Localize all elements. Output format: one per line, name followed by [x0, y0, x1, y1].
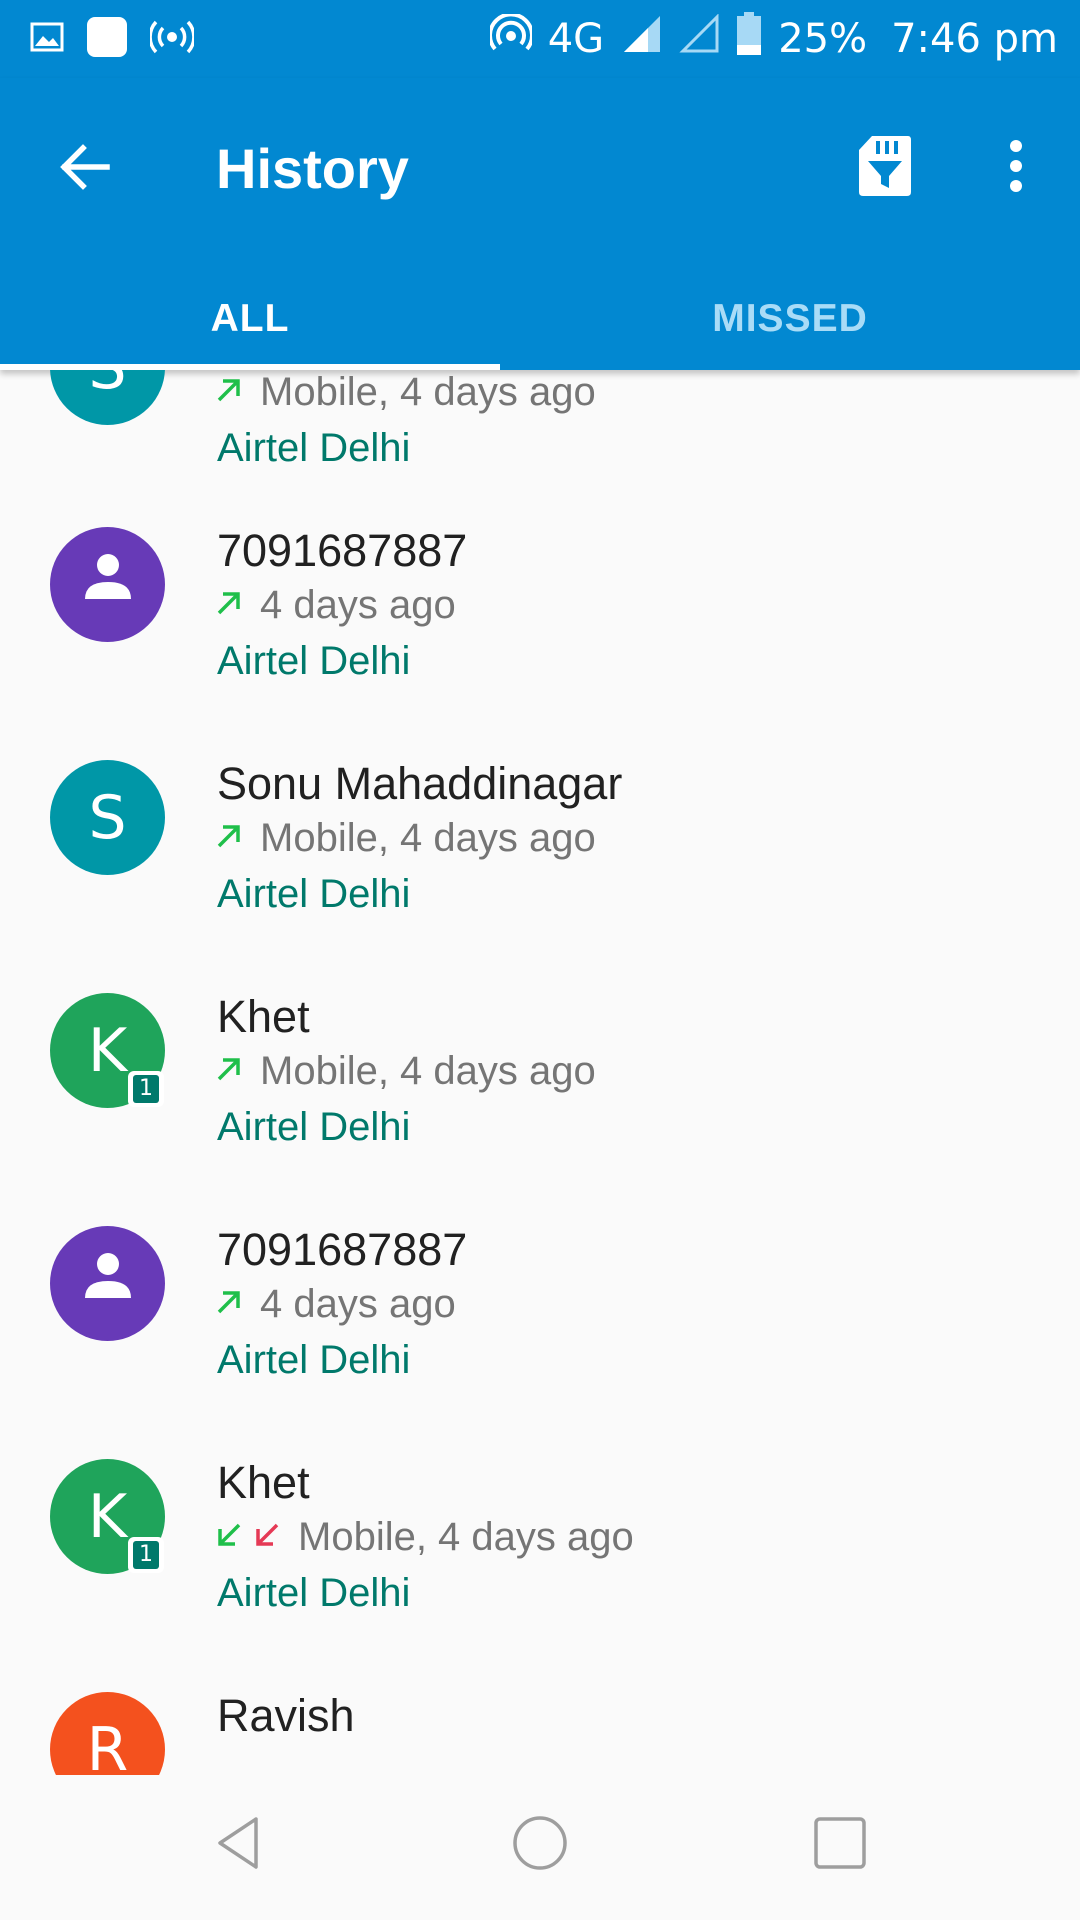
- tab-missed[interactable]: MISSED: [500, 268, 1080, 370]
- sim-badge: 1: [128, 1537, 164, 1573]
- carrier-label: Airtel Delhi: [217, 426, 411, 470]
- sim-badge: 1: [128, 1071, 164, 1107]
- back-button[interactable]: [40, 124, 130, 214]
- call-detail-text: 4 days ago: [260, 1281, 456, 1326]
- contact-name: Sonu Mahaddinagar: [217, 758, 623, 809]
- contact-name: 7091687887: [217, 1224, 468, 1275]
- call-detail-text: Mobile, 4 days ago: [260, 370, 596, 414]
- avatar[interactable]: [50, 1226, 165, 1341]
- person-icon: [80, 549, 136, 620]
- recents-square-icon: [813, 1816, 867, 1875]
- avatar[interactable]: R: [50, 1692, 165, 1775]
- call-history-screen: 4G 25% 7:46 pm History ALL MISSED Mobile…: [0, 0, 1080, 1920]
- incoming-call-icon: [214, 1520, 244, 1555]
- back-triangle-icon: [212, 1815, 268, 1876]
- battery-percent: 25%: [778, 16, 868, 62]
- more-options-button[interactable]: [976, 118, 1056, 218]
- call-list-item[interactable]: S Mobile, 4 days ago Airtel Delhi: [0, 370, 1080, 503]
- call-list-item[interactable]: R Ravish: [0, 1668, 1080, 1775]
- status-right-icons: 4G 25% 7:46 pm: [487, 8, 1058, 70]
- page-title: History: [216, 137, 409, 200]
- network-type: 4G: [547, 16, 605, 62]
- contact-name: Khet: [217, 991, 310, 1042]
- back-arrow-icon: [59, 143, 111, 195]
- contact-name: Ravish: [217, 1690, 355, 1741]
- app-bar: History ALL MISSED: [0, 78, 1080, 370]
- call-list-item[interactable]: 7091687887 4 days ago Airtel Delhi: [0, 1202, 1080, 1435]
- sim-filter-button[interactable]: [840, 118, 930, 218]
- outgoing-call-icon: [214, 588, 244, 623]
- call-detail-row: Mobile, 4 days ago: [214, 1043, 596, 1099]
- avatar[interactable]: [50, 527, 165, 642]
- home-circle-icon: [511, 1814, 569, 1877]
- status-bar: 4G 25% 7:46 pm: [0, 0, 1080, 78]
- call-detail-text: 4 days ago: [260, 582, 456, 627]
- status-left-icons: [30, 14, 196, 64]
- call-list-item[interactable]: K 1 Khet Mobile, 4 days ago Airtel Delhi: [0, 969, 1080, 1202]
- nav-recents-button[interactable]: [780, 1795, 900, 1895]
- call-detail-row: 4 days ago: [214, 1276, 456, 1332]
- carrier-label: Airtel Delhi: [217, 639, 411, 683]
- call-detail-text: Mobile, 4 days ago: [298, 1514, 634, 1559]
- signal-empty-icon: [678, 13, 720, 64]
- call-history-list[interactable]: S Mobile, 4 days ago Airtel Delhi 709168…: [0, 370, 1080, 1775]
- signal-4g-icon: [620, 14, 662, 64]
- nav-home-button[interactable]: [480, 1795, 600, 1895]
- call-detail-text: Mobile, 4 days ago: [260, 1048, 596, 1093]
- contact-name: Khet: [217, 1457, 310, 1508]
- person-icon: [80, 1248, 136, 1319]
- tab-all[interactable]: ALL: [0, 268, 500, 370]
- carrier-label: Airtel Delhi: [217, 872, 411, 916]
- carrier-label: Airtel Delhi: [217, 1338, 411, 1382]
- carrier-label: Airtel Delhi: [217, 1571, 411, 1615]
- status-time: 7:46 pm: [891, 16, 1058, 62]
- sd-card-filter-icon: [858, 134, 912, 203]
- carrier-label: Airtel Delhi: [217, 1105, 411, 1149]
- call-detail-row: Mobile, 4 days ago: [214, 1509, 634, 1565]
- call-detail-text: Mobile, 4 days ago: [260, 815, 596, 860]
- call-detail-row: Mobile, 4 days ago: [214, 370, 596, 420]
- call-list-item[interactable]: K 1 Khet Mobile, 4 days ago Airtel Delhi: [0, 1435, 1080, 1668]
- nav-back-button[interactable]: [180, 1795, 300, 1895]
- missed-call-icon: [252, 1520, 282, 1555]
- call-detail-row: 4 days ago: [214, 577, 456, 633]
- call-detail-row: Mobile, 4 days ago: [214, 810, 596, 866]
- outgoing-call-icon: [214, 1054, 244, 1089]
- app-notification-icon: [86, 16, 128, 63]
- system-nav-bar: [0, 1775, 1080, 1920]
- call-list-item[interactable]: S Sonu Mahaddinagar Mobile, 4 days ago A…: [0, 736, 1080, 969]
- outgoing-call-icon: [214, 821, 244, 856]
- hotspot-broadcast-icon: [148, 20, 196, 59]
- outgoing-call-icon: [214, 1287, 244, 1322]
- battery-icon: [736, 12, 762, 66]
- gallery-icon: [30, 22, 64, 57]
- avatar[interactable]: S: [50, 760, 165, 875]
- call-list-item[interactable]: 7091687887 4 days ago Airtel Delhi: [0, 503, 1080, 736]
- avatar[interactable]: S: [50, 370, 165, 425]
- more-vert-icon: [1008, 139, 1024, 197]
- contact-name: 7091687887: [217, 525, 468, 576]
- outgoing-call-icon: [214, 375, 244, 410]
- wifi-hotspot-icon: [487, 12, 534, 64]
